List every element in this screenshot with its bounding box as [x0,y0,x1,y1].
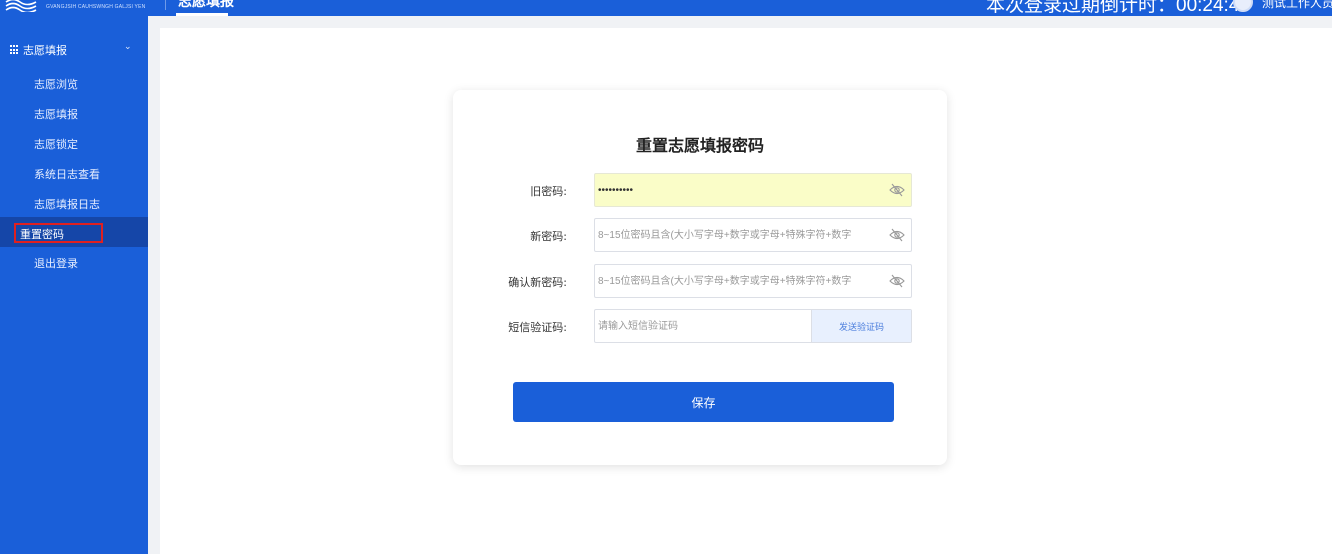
page-title: 重置志愿填报密码 [635,136,764,155]
new-password-input[interactable] [595,219,883,251]
new-password-field [594,218,912,252]
logo-subtitle: GVANGJSIH CAUHSWNGH GALJSI YEN [46,4,146,10]
sms-code-field: 发送验证码 [594,309,912,343]
confirm-password-field [594,264,912,298]
old-password-input[interactable] [595,174,883,206]
sidebar-item-reset-password[interactable]: 重置密码 [0,217,148,247]
sidebar-item-browse[interactable]: 志愿浏览 [0,68,148,98]
eye-off-icon[interactable] [889,274,905,288]
username[interactable]: 测试工作人员 [1262,0,1332,11]
new-password-label: 新密码: [530,230,567,243]
grid-icon [10,45,20,55]
eye-off-icon[interactable] [889,183,905,197]
save-button[interactable]: 保存 [513,382,894,422]
countdown-label: 本次登录过期倒计时： [986,0,1177,16]
header-divider [165,0,166,10]
logo-icon [5,0,37,12]
eye-off-icon[interactable] [889,228,905,242]
sidebar-item-label: 志愿填报日志 [34,198,100,211]
sidebar-item-label: 重置密码 [20,228,64,241]
sidebar-item-logout[interactable]: 退出登录 [0,247,148,277]
sidebar-item-system-log[interactable]: 系统日志查看 [0,158,148,188]
confirm-password-label: 确认新密码: [508,276,567,289]
chevron-down-icon: ⌄ [124,42,132,52]
sidebar-item-label: 志愿填报 [34,108,78,121]
sidebar: 志愿填报 ⌄ 志愿浏览 志愿填报 志愿锁定 系统日志查看 志愿填报日志 重置密码… [0,16,148,554]
sidebar-item-fill[interactable]: 志愿填报 [0,98,148,128]
sidebar-item-label: 退出登录 [34,257,78,270]
sidebar-item-fill-log[interactable]: 志愿填报日志 [0,188,148,218]
nav-active-indicator [176,13,228,16]
sidebar-item-label: 志愿锁定 [34,138,78,151]
confirm-password-input[interactable] [595,265,883,297]
sidebar-group-label: 志愿填报 [23,44,67,57]
sidebar-item-label: 系统日志查看 [34,168,100,181]
sidebar-item-lock[interactable]: 志愿锁定 [0,128,148,158]
reset-password-card: 重置志愿填报密码 旧密码: 新密码: 确认新密码: 短信验证码: 发送验证码 保… [453,90,947,465]
sidebar-item-label: 志愿浏览 [34,78,78,91]
sms-code-label: 短信验证码: [508,321,567,334]
top-header: GVANGJSIH CAUHSWNGH GALJSI YEN 志愿填报 本次登录… [0,0,1332,16]
old-password-label: 旧密码: [530,185,567,198]
sms-code-input[interactable] [595,310,805,342]
send-code-button[interactable]: 发送验证码 [811,310,911,342]
nav-item-volunteer[interactable]: 志愿填报 [178,0,234,11]
sidebar-group-volunteer[interactable]: 志愿填报 ⌄ [0,38,148,62]
session-countdown: 本次登录过期倒计时：00:24:44 [986,0,1250,16]
old-password-field [594,173,912,207]
